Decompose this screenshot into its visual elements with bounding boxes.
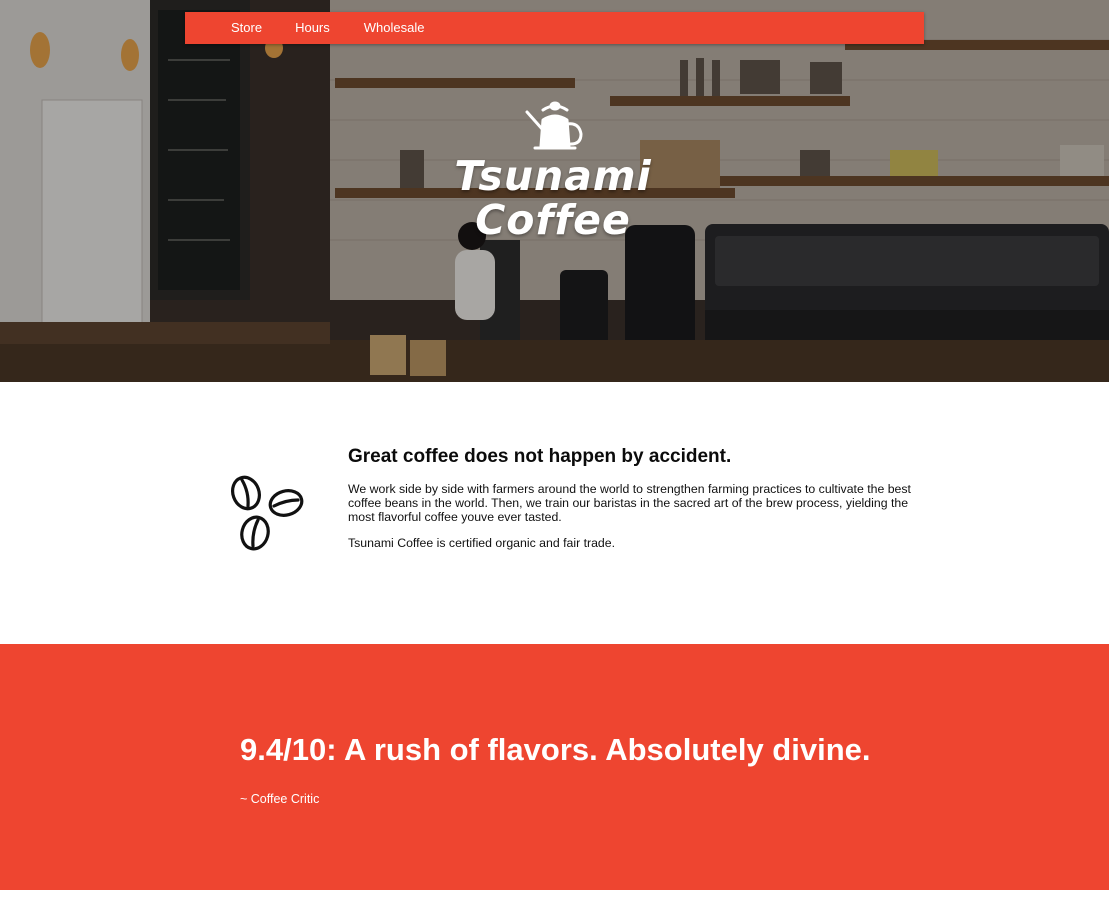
about-paragraph-certification: Tsunami Coffee is certified organic and … [348,536,616,550]
kettle-icon [525,101,583,150]
logo-word-coffee: Coffee [475,196,631,244]
logo-word-tsunami: Tsunami [454,152,652,200]
about-paragraph-mission: We work side by side with farmers around… [348,482,911,524]
site-logo[interactable]: Tsunami Coffee [448,100,658,242]
hero-banner: Store Hours Wholesale Tsunami Coffee [0,0,1109,382]
top-nav-bar: Store Hours Wholesale [185,12,924,44]
nav-link-wholesale[interactable]: Wholesale [364,12,425,44]
coffee-beans-icon [231,475,304,551]
review-attribution: ~ Coffee Critic [240,792,320,806]
about-heading: Great coffee does not happen by accident… [348,446,732,467]
review-quote: 9.4/10: A rush of flavors. Absolutely di… [240,732,871,767]
nav-link-hours[interactable]: Hours [295,12,330,44]
about-content: Great coffee does not happen by accident… [348,446,920,562]
nav-link-store[interactable]: Store [231,12,262,44]
review-section: 9.4/10: A rush of flavors. Absolutely di… [0,644,1109,890]
